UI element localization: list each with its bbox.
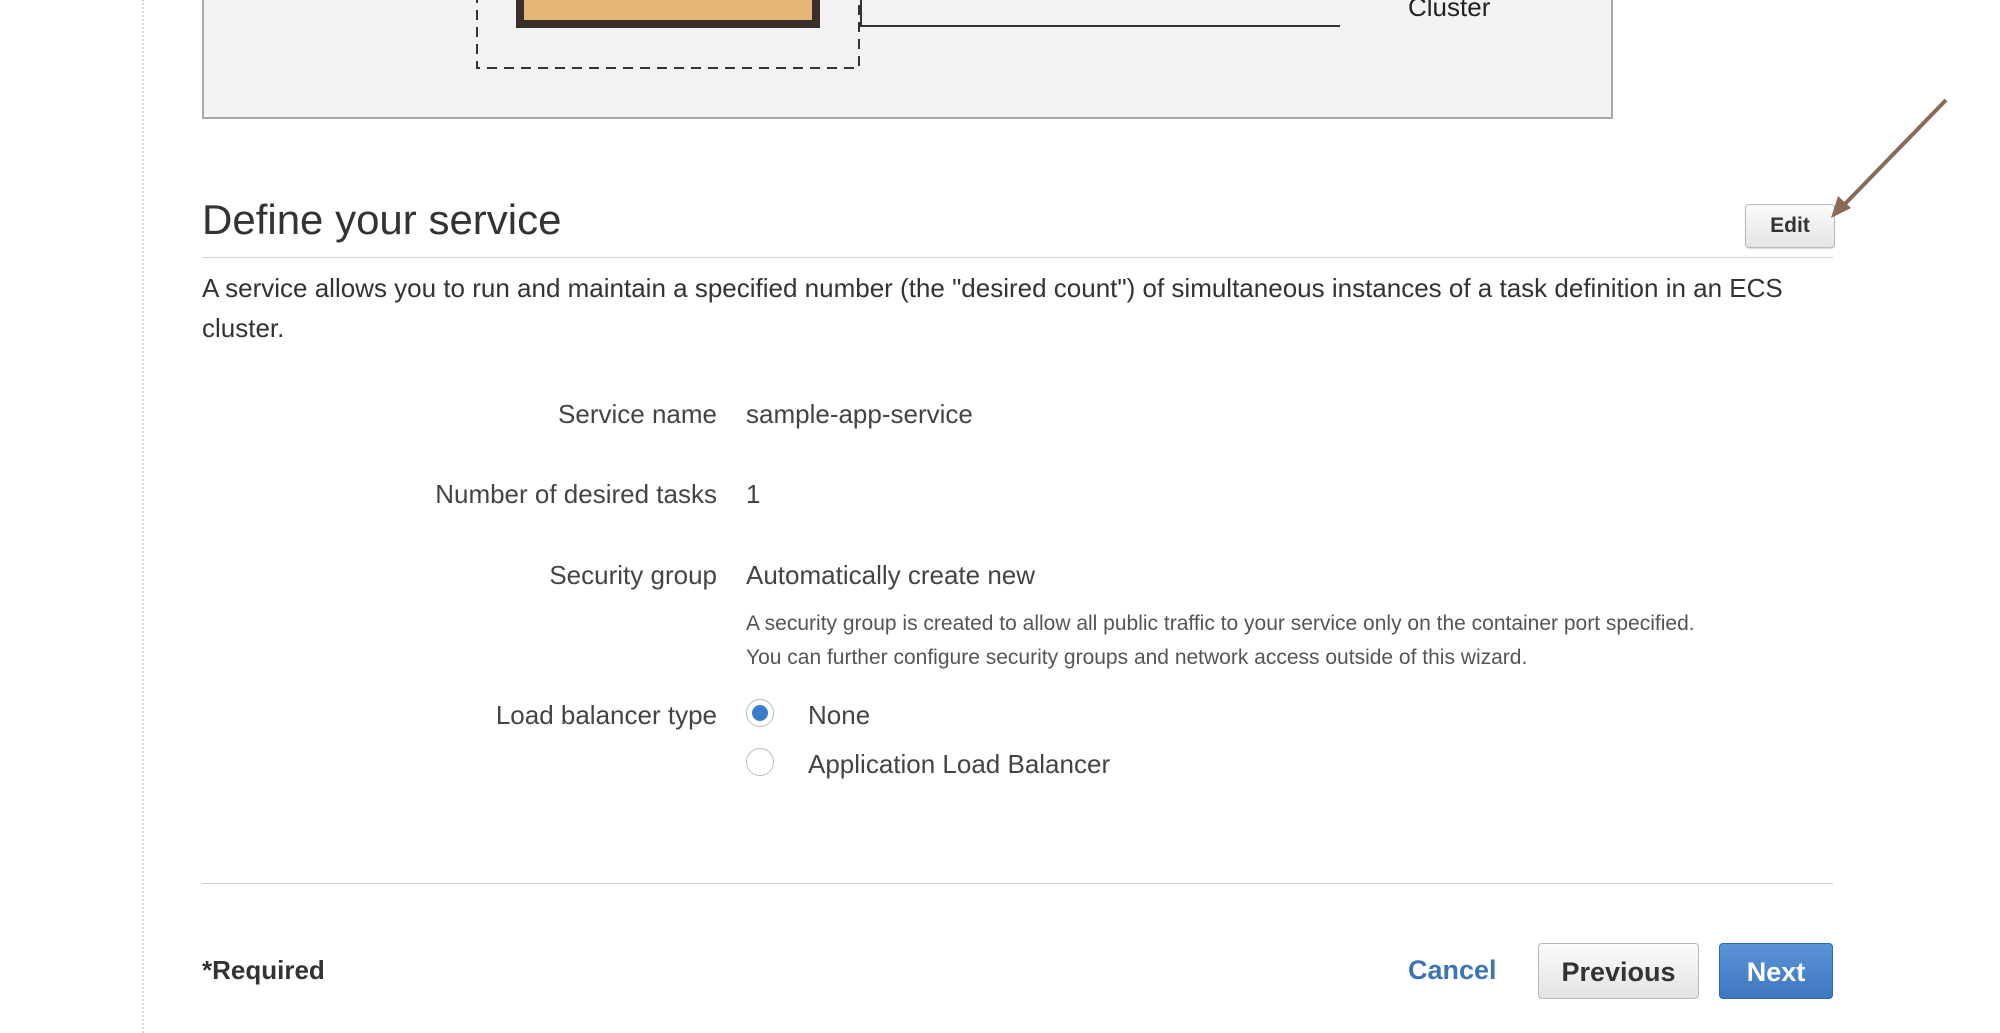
service-name-label: Service name: [558, 399, 717, 429]
security-group-hint-line1: A security group is created to allow all…: [746, 612, 1695, 635]
security-group-hint-line2: You can further configure security group…: [746, 646, 1528, 669]
edit-button[interactable]: Edit: [1745, 204, 1835, 248]
next-button[interactable]: Next: [1719, 943, 1833, 999]
security-group-hint: A security group is created to allow all…: [746, 607, 1826, 675]
cluster-connector-line: [860, 0, 1340, 27]
required-note: *Required: [202, 955, 325, 985]
task-box: [516, 0, 820, 28]
title-divider: [202, 257, 1833, 258]
section-description: A service allows you to run and maintain…: [202, 273, 1783, 343]
load-balancer-type-label: Load balancer type: [495, 700, 717, 730]
page-left-border: [142, 0, 144, 1033]
load-balancer-none-radio[interactable]: [746, 699, 774, 727]
desired-tasks-value: 1: [746, 479, 761, 509]
annotation-arrow-shaft: [1841, 98, 1948, 208]
cancel-link[interactable]: Cancel: [1408, 955, 1497, 986]
security-group-value: Automatically create new: [746, 560, 1036, 590]
architecture-diagram: Cluster: [202, 0, 1613, 119]
security-group-label: Security group: [549, 560, 717, 590]
load-balancer-alb-radio[interactable]: [746, 748, 774, 776]
annotation-arrow: [1831, 98, 1948, 218]
previous-button[interactable]: Previous: [1538, 943, 1699, 999]
load-balancer-none-label[interactable]: None: [808, 700, 870, 731]
footer-divider: [202, 883, 1833, 884]
desired-tasks-label: Number of desired tasks: [435, 479, 717, 509]
diagram-graphics: [476, 0, 1340, 69]
service-name-value: sample-app-service: [746, 399, 973, 429]
section-title: Define your service: [202, 196, 562, 243]
load-balancer-alb-label[interactable]: Application Load Balancer: [808, 749, 1110, 780]
cluster-label: Cluster: [1408, 0, 1491, 22]
